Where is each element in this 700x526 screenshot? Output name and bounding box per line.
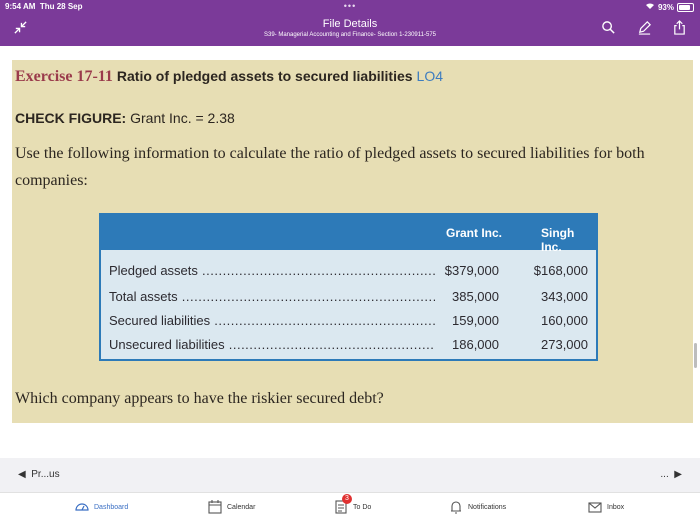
previous-button[interactable]: ◀ Pr...us <box>18 469 60 480</box>
data-table: Grant Inc. Singh Inc. Pledged assets $37… <box>99 213 598 361</box>
todo-badge: 3 <box>342 494 352 504</box>
table-row: Total assets 385,000 343,000 <box>101 285 596 309</box>
more-dots-icon[interactable]: ••• <box>0 1 700 11</box>
next-label: ... <box>660 469 669 480</box>
check-figure-value: Grant Inc. = 2.38 <box>130 110 235 126</box>
share-icon[interactable] <box>670 18 688 36</box>
grant-value: 159,000 <box>452 313 499 328</box>
table-row: Secured liabilities 159,000 160,000 <box>101 309 596 333</box>
bottom-tab-bar: Dashboard Calendar 3 To Do Notifications… <box>0 492 700 526</box>
tab-notifications[interactable]: Notifications <box>448 499 506 515</box>
tab-todo[interactable]: 3 To Do <box>333 494 372 515</box>
exercise-title: Ratio of pledged assets to secured liabi… <box>116 68 413 84</box>
annotate-pen-icon[interactable] <box>635 18 653 36</box>
battery-percent: 93% <box>657 2 674 12</box>
grant-value: 385,000 <box>452 289 499 304</box>
inbox-mail-icon <box>588 502 602 513</box>
singh-value: 343,000 <box>541 289 588 304</box>
singh-value: 273,000 <box>541 337 588 352</box>
tab-inbox[interactable]: Inbox <box>587 499 624 515</box>
dashboard-icon <box>75 503 89 511</box>
tab-label: Notifications <box>468 503 507 511</box>
todo-icon-wrap: 3 <box>333 494 352 515</box>
column-header-singh: Singh Inc. <box>541 226 575 254</box>
table-row: Unsecured liabilities 186,000 273,000 <box>101 333 596 357</box>
app-header: 9:54 AM Thu 28 Sep ••• 93% File Details … <box>0 0 700 46</box>
tab-label: Dashboard <box>94 503 129 511</box>
row-label: Unsecured liabilities <box>109 337 435 352</box>
singh-value: 160,000 <box>541 313 588 328</box>
battery-icon <box>677 2 694 12</box>
tab-label: To Do <box>353 503 372 511</box>
previous-label: Pr...us <box>31 469 60 480</box>
grant-value: $379,000 <box>444 263 499 278</box>
exercise-heading: Exercise 17-11 Ratio of pledged assets t… <box>15 68 443 86</box>
course-subtitle: S39- Managerial Accounting and Finance- … <box>263 32 436 38</box>
page-title: File Details <box>322 18 378 30</box>
table-row: Pledged assets $379,000 $168,000 <box>101 259 596 283</box>
next-arrow-icon: ▶ <box>674 469 682 480</box>
row-label: Total assets <box>109 289 435 304</box>
learning-objective: LO4 <box>416 68 444 84</box>
grant-value: 186,000 <box>452 337 499 352</box>
pager-bar: ◀ Pr...us ... ▶ <box>0 458 700 492</box>
row-label: Secured liabilities <box>109 313 435 328</box>
tab-dashboard[interactable]: Dashboard <box>74 499 128 515</box>
check-figure: CHECK FIGURE: Grant Inc. = 2.38 <box>15 110 235 126</box>
tab-label: Inbox <box>607 503 625 511</box>
bell-icon <box>451 501 461 514</box>
exercise-number: Exercise 17-11 <box>15 68 113 85</box>
tab-calendar[interactable]: Calendar <box>207 499 255 515</box>
status-indicators: 93% <box>645 2 694 12</box>
question-text: Which company appears to have the riskie… <box>15 390 384 407</box>
calendar-icon <box>208 500 222 514</box>
next-button[interactable]: ... ▶ <box>660 469 682 480</box>
wifi-icon <box>645 2 655 12</box>
table-header: Grant Inc. Singh Inc. <box>101 215 596 254</box>
singh-value: $168,000 <box>533 263 588 278</box>
tab-label: Calendar <box>227 503 256 511</box>
previous-arrow-icon: ◀ <box>18 469 26 480</box>
column-header-grant: Grant Inc. <box>446 226 503 240</box>
scrollbar[interactable] <box>694 343 697 368</box>
check-figure-label: CHECK FIGURE: <box>15 110 127 126</box>
search-icon[interactable] <box>599 18 617 36</box>
row-label: Pledged assets <box>109 263 435 278</box>
instruction-text: Use the following information to calcula… <box>15 145 645 189</box>
document-image: Exercise 17-11 Ratio of pledged assets t… <box>12 60 693 423</box>
